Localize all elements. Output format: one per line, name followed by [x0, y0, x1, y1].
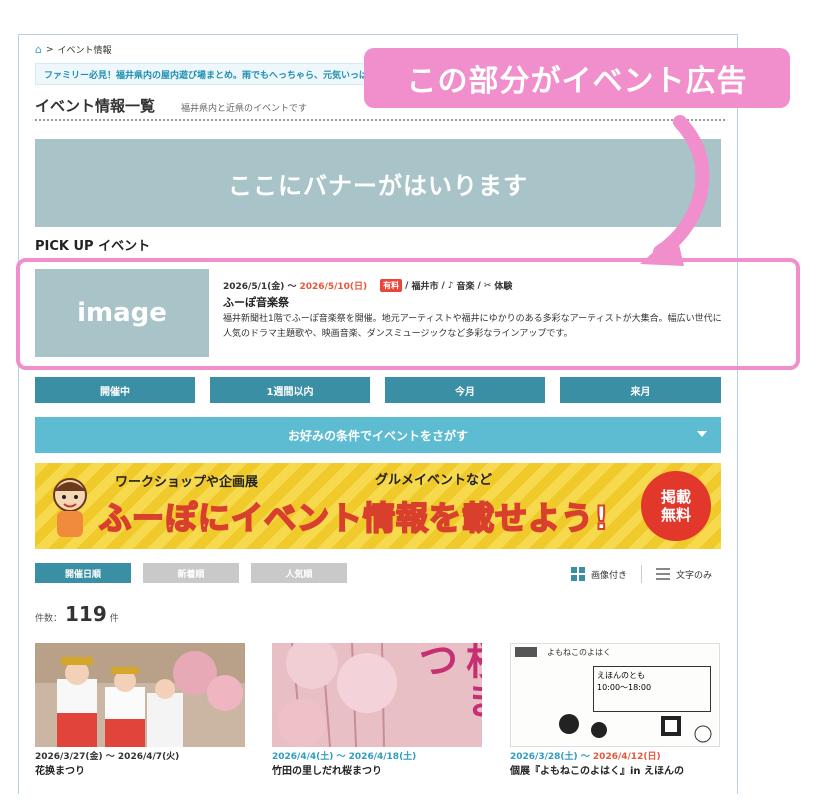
event-card-image[interactable]: [35, 643, 245, 747]
sort-by-newest[interactable]: 新着順: [143, 563, 239, 583]
view-options: 画像付き 文字のみ: [571, 565, 712, 583]
card-date-end: 2026/4/18(土): [348, 752, 417, 762]
breadcrumb-current: イベント情報: [57, 46, 112, 56]
chevron-down-icon: [697, 431, 707, 437]
card-date-start: 2026/3/28(土) 〜: [510, 752, 590, 762]
breadcrumb-separator: >: [45, 44, 54, 55]
page: ⌂ > イベント情報 ファミリー必見！福井県内の屋内遊び場まとめ。雨でもへっちゃ…: [0, 0, 840, 800]
tab-within-week[interactable]: 1週間以内: [210, 377, 370, 403]
event-card-title[interactable]: 花换まつり: [35, 762, 245, 777]
home-icon[interactable]: ⌂: [35, 43, 42, 56]
annotation-callout: この部分がイベント広告: [364, 48, 790, 108]
count-label: 件数：: [35, 614, 63, 624]
sort-by-date[interactable]: 開催日順: [35, 563, 131, 583]
card-date-end: 2026/4/12(日): [592, 752, 661, 762]
mascot-illustration: [53, 478, 87, 537]
curved-arrow-icon: [640, 115, 710, 266]
event-card-dates: 2026/4/4(土) 〜 2026/4/18(土): [272, 749, 482, 762]
badge-line-1: 掲載: [660, 488, 691, 506]
card-overlay-text: 桜まつ: [411, 643, 482, 719]
search-toggle-label: お好みの条件でイベントをさがす: [287, 428, 468, 443]
page-title: イベント情報一覧: [35, 97, 156, 115]
breadcrumb: ⌂ > イベント情報: [35, 43, 112, 56]
event-card-dates: 2026/3/28(土) 〜 2026/4/12(日): [510, 749, 720, 762]
card-date-end: 2026/4/7(火): [117, 752, 180, 762]
promo-headline: ふーぽにイベント情報を載せよう!: [98, 498, 610, 538]
page-subtitle: 福井県内と近県のイベントです: [181, 104, 308, 114]
card-date-start: 2026/4/4(土) 〜: [272, 752, 346, 762]
view-divider: [641, 565, 643, 583]
event-card[interactable]: 2026/3/27(金) 〜 2026/4/7(火) 花换まつり: [35, 643, 245, 777]
event-card[interactable]: 桜まつ 2026/4/4(土) 〜 2026/4/18(土) 竹田の里しだれ桜ま…: [272, 643, 482, 777]
flyer-illustration: [515, 647, 712, 743]
tab-this-month[interactable]: 今月: [385, 377, 545, 403]
search-toggle-button[interactable]: お好みの条件でイベントをさがす: [35, 417, 721, 453]
event-card-title[interactable]: 個展『よもねこのよはく』in えほんの: [510, 762, 720, 777]
card-date-start: 2026/3/27(金) 〜: [35, 752, 115, 762]
event-card-image[interactable]: よもねこのよはく えほんのとも 10:00〜18:00: [510, 643, 720, 747]
list-icon[interactable]: [656, 568, 671, 580]
view-text-label[interactable]: 文字のみ: [676, 568, 712, 581]
event-card-title[interactable]: 竹田の里しだれ桜まつり: [272, 762, 482, 777]
event-card[interactable]: よもねこのよはく えほんのとも 10:00〜18:00 2026/3/28(土)…: [510, 643, 720, 777]
badge-line-2: 無料: [660, 506, 691, 524]
result-count: 件数： 119 件: [35, 602, 119, 626]
pickup-heading: PICK UP イベント: [35, 239, 151, 254]
grid-icon[interactable]: [571, 567, 585, 581]
pickup-highlight-frame: [16, 258, 800, 370]
tab-next-month[interactable]: 来月: [560, 377, 721, 403]
festival-photo: [35, 643, 245, 747]
tab-ongoing[interactable]: 開催中: [35, 377, 195, 403]
sort-by-popular[interactable]: 人気順: [251, 563, 347, 583]
event-card-image[interactable]: 桜まつ: [272, 643, 482, 747]
promo-subtext-workshop: ワークショップや企画展: [115, 475, 259, 490]
promo-banner[interactable]: ワークショップや企画展 グルメイベントなど ふーぽにイベント情報を載せよう! 掲…: [35, 463, 721, 549]
count-value: 119: [65, 602, 107, 626]
count-unit: 件: [109, 614, 119, 624]
promo-subtext-gourmet: グルメイベントなど: [375, 473, 493, 488]
free-listing-badge: 掲載 無料: [641, 471, 711, 541]
event-card-dates: 2026/3/27(金) 〜 2026/4/7(火): [35, 749, 245, 762]
view-image-label[interactable]: 画像付き: [591, 568, 627, 581]
